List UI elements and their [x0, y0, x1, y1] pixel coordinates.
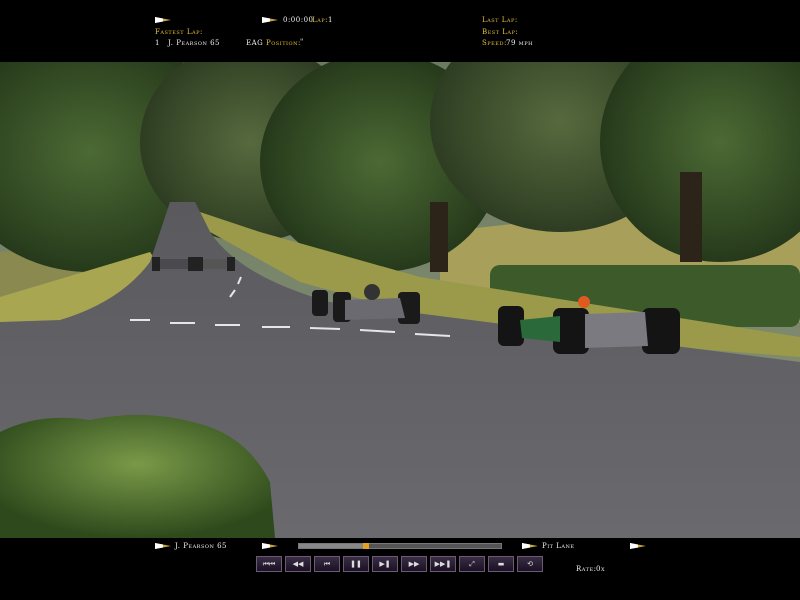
fastest-position: 1: [155, 39, 160, 47]
skip-end-button[interactable]: ▶▶❚: [430, 556, 456, 572]
camera-toggle-button[interactable]: ⤢: [459, 556, 485, 572]
fastest-team: EAG: [246, 39, 264, 47]
restart-button[interactable]: ⟲: [517, 556, 543, 572]
camera-driver-name: J. Pearson 65: [175, 542, 227, 550]
pause-button[interactable]: ❚❚: [343, 556, 369, 572]
rate-value: 0x: [596, 565, 606, 573]
replay-controls: ⏮⏮ ◀◀ ⏮ ❚❚ ▶❚ ▶▶ ▶▶❚ ⤢ ▬ ⟲: [256, 556, 543, 574]
location-flag-icon: [522, 543, 538, 549]
rewind-button[interactable]: ◀◀: [285, 556, 311, 572]
position-value: ": [300, 38, 304, 46]
race-timer: 0:00:00: [283, 16, 314, 24]
replay-progress-bar[interactable]: [298, 543, 502, 549]
progress-flag-icon: [262, 543, 278, 549]
position-label: Position:: [266, 39, 301, 47]
step-back-button[interactable]: ⏮: [314, 556, 340, 572]
hud-toggle-button[interactable]: ▬: [488, 556, 514, 572]
checkered-flag-icon: [155, 17, 171, 23]
fastest-lap-label: Fastest Lap:: [155, 28, 203, 36]
rate-label: Rate:: [576, 565, 597, 573]
end-flag-icon: [630, 543, 646, 549]
scene-render: [0, 62, 800, 538]
speed-label: Speed:: [482, 39, 507, 47]
stopwatch-flag-icon: [262, 17, 278, 23]
speed-value: 79 mph: [506, 39, 533, 47]
top-hud: 0:00:00 Lap: 1 Fastest Lap: 1 J. Pearson…: [0, 0, 800, 62]
race-scene: [0, 62, 800, 538]
best-lap-label: Best Lap:: [482, 28, 519, 36]
car-far-1: [152, 257, 196, 271]
step-forward-button[interactable]: ▶❚: [372, 556, 398, 572]
replay-progress-fill: [299, 544, 366, 548]
car-far-2: [195, 257, 235, 271]
fast-forward-button[interactable]: ▶▶: [401, 556, 427, 572]
camera-location: Pit Lane: [542, 542, 575, 550]
last-lap-label: Last Lap:: [482, 16, 518, 24]
fastest-driver: J. Pearson 65: [168, 39, 220, 47]
driver-flag-icon: [155, 543, 171, 549]
lap-value: 1: [328, 16, 333, 24]
replay-progress-knob[interactable]: [362, 543, 369, 549]
skip-start-button[interactable]: ⏮⏮: [256, 556, 282, 572]
lap-label: Lap:: [312, 16, 328, 24]
